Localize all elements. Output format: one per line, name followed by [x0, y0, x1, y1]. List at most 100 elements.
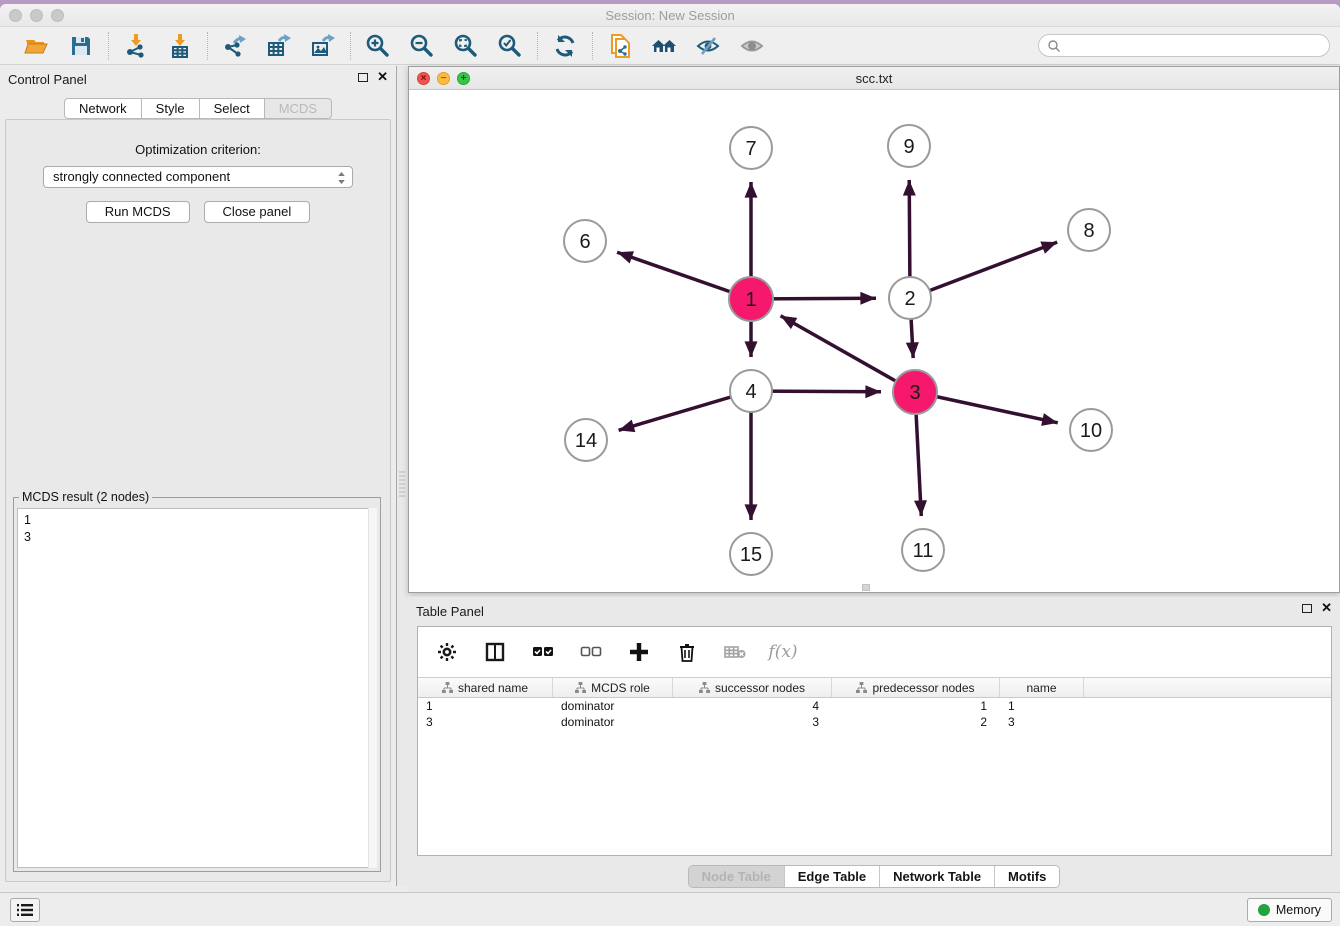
- memory-button[interactable]: Memory: [1247, 898, 1332, 922]
- search-icon: [1047, 39, 1061, 53]
- column-hierarchy-icon: [699, 682, 710, 693]
- tab-style[interactable]: Style: [142, 98, 200, 119]
- export-table-icon[interactable]: [265, 32, 293, 60]
- show-all-icon[interactable]: [738, 32, 766, 60]
- zoom-selected-icon[interactable]: [496, 32, 524, 60]
- run-mcds-button[interactable]: Run MCDS: [86, 201, 190, 223]
- node-label-10: 10: [1080, 420, 1102, 442]
- cell-predecessor-nodes[interactable]: 2: [832, 714, 1000, 730]
- node-label-4: 4: [745, 381, 756, 403]
- vertical-splitter[interactable]: [396, 66, 408, 886]
- table-body[interactable]: 1dominator4113dominator323: [418, 698, 1331, 730]
- save-session-icon[interactable]: [67, 32, 95, 60]
- column-hierarchy-icon: [575, 682, 586, 693]
- tab-edge-table[interactable]: Edge Table: [784, 866, 879, 887]
- close-panel-button[interactable]: Close panel: [204, 201, 311, 223]
- cell-shared-name[interactable]: 1: [418, 698, 553, 714]
- zoom-out-icon[interactable]: [408, 32, 436, 60]
- select-all-icon[interactable]: [530, 639, 556, 665]
- column-header-predecessor-nodes[interactable]: predecessor nodes: [832, 678, 1000, 697]
- float-panel-icon[interactable]: [358, 73, 368, 82]
- control-panel: Control Panel ✕ NetworkStyleSelectMCDS O…: [0, 66, 396, 886]
- edge-2-8[interactable]: [910, 242, 1057, 298]
- control-panel-tabs: NetworkStyleSelectMCDS: [0, 98, 396, 119]
- tab-network-table[interactable]: Network Table: [879, 866, 994, 887]
- zoom-in-icon[interactable]: [364, 32, 392, 60]
- toggle-panel-layout-icon[interactable]: [482, 639, 508, 665]
- close-table-panel-icon[interactable]: ✕: [1321, 603, 1332, 613]
- search-field[interactable]: [1038, 34, 1330, 57]
- control-panel-title: Control Panel: [8, 72, 87, 87]
- network-view-window: × − + scc.txt 7968124314101511: [408, 66, 1340, 593]
- network-canvas[interactable]: 7968124314101511: [409, 90, 1339, 592]
- result-scrollbar[interactable]: [368, 508, 377, 868]
- hide-selected-icon[interactable]: [694, 32, 722, 60]
- delete-table-icon[interactable]: [722, 639, 748, 665]
- tab-node-table[interactable]: Node Table: [689, 866, 784, 887]
- network-graph: 7968124314101511: [409, 90, 1339, 592]
- table-row[interactable]: 1dominator411: [418, 698, 1331, 714]
- export-image-icon[interactable]: [309, 32, 337, 60]
- node-label-8: 8: [1083, 220, 1094, 242]
- canvas-resize-grip[interactable]: [862, 584, 870, 591]
- cell-shared-name[interactable]: 3: [418, 714, 553, 730]
- cell-name[interactable]: 1: [1000, 698, 1084, 714]
- tab-mcds[interactable]: MCDS: [265, 98, 332, 119]
- clone-network-icon[interactable]: [606, 32, 634, 60]
- node-label-1: 1: [745, 289, 756, 311]
- delete-columns-icon[interactable]: [674, 639, 700, 665]
- network-window-titlebar[interactable]: × − + scc.txt: [409, 67, 1339, 90]
- import-network-icon[interactable]: [122, 32, 150, 60]
- mcds-result-group: MCDS result (2 nodes) 13: [13, 497, 381, 872]
- optimization-criterion-label: Optimization criterion:: [6, 142, 390, 157]
- column-header-name[interactable]: name: [1000, 678, 1084, 697]
- node-label-6: 6: [579, 231, 590, 253]
- deselect-all-icon[interactable]: [578, 639, 604, 665]
- table-header-row[interactable]: shared nameMCDS rolesuccessor nodesprede…: [418, 677, 1331, 698]
- apply-preferred-layout-icon[interactable]: [551, 32, 579, 60]
- first-neighbors-icon[interactable]: [650, 32, 678, 60]
- function-builder-icon[interactable]: f(x): [770, 639, 796, 665]
- memory-label: Memory: [1276, 903, 1321, 917]
- edge-3-1[interactable]: [781, 316, 915, 392]
- cell-MCDS-role[interactable]: dominator: [553, 714, 673, 730]
- cell-successor-nodes[interactable]: 4: [673, 698, 832, 714]
- search-input[interactable]: [1066, 39, 1321, 53]
- node-label-3: 3: [909, 382, 920, 404]
- cell-MCDS-role[interactable]: dominator: [553, 698, 673, 714]
- application-window: Session: New Session: [0, 4, 1340, 926]
- window-title: Session: New Session: [0, 8, 1340, 23]
- tab-motifs[interactable]: Motifs: [994, 866, 1059, 887]
- network-window-title: scc.txt: [409, 71, 1339, 86]
- node-table-container: f(x) shared nameMCDS rolesuccessor nodes…: [417, 626, 1332, 856]
- export-network-icon[interactable]: [221, 32, 249, 60]
- open-session-icon[interactable]: [23, 32, 51, 60]
- zoom-fit-icon[interactable]: [452, 32, 480, 60]
- column-hierarchy-icon: [442, 682, 453, 693]
- table-settings-icon[interactable]: [434, 639, 460, 665]
- cell-predecessor-nodes[interactable]: 1: [832, 698, 1000, 714]
- criterion-select[interactable]: strongly connected component: [43, 166, 353, 188]
- table-panel-title: Table Panel: [416, 604, 484, 619]
- tab-select[interactable]: Select: [200, 98, 265, 119]
- node-label-11: 11: [913, 540, 934, 562]
- column-header-MCDS-role[interactable]: MCDS role: [553, 678, 673, 697]
- splitter-grip[interactable]: [399, 471, 405, 497]
- tab-network[interactable]: Network: [64, 98, 142, 119]
- main-toolbar: [0, 27, 1340, 65]
- float-table-panel-icon[interactable]: [1302, 604, 1312, 613]
- cell-name[interactable]: 3: [1000, 714, 1084, 730]
- column-header-successor-nodes[interactable]: successor nodes: [673, 678, 832, 697]
- title-bar: Session: New Session: [0, 4, 1340, 27]
- column-hierarchy-icon: [856, 682, 867, 693]
- log-console-button[interactable]: [10, 898, 40, 922]
- mcds-result-title: MCDS result (2 nodes): [19, 490, 152, 504]
- mcds-result-text[interactable]: 13: [17, 508, 377, 868]
- add-column-icon[interactable]: [626, 639, 652, 665]
- column-header-shared-name[interactable]: shared name: [418, 678, 553, 697]
- close-panel-icon[interactable]: ✕: [377, 72, 388, 82]
- import-table-icon[interactable]: [166, 32, 194, 60]
- table-toolbar: f(x): [418, 627, 1331, 677]
- cell-successor-nodes[interactable]: 3: [673, 714, 832, 730]
- table-row[interactable]: 3dominator323: [418, 714, 1331, 730]
